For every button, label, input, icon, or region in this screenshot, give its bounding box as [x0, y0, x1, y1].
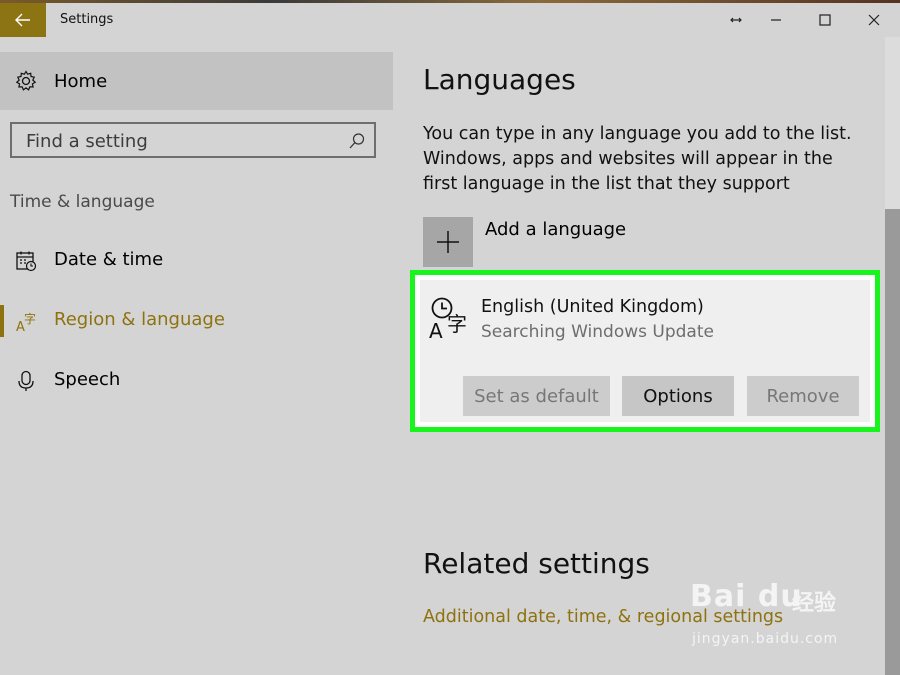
svg-text:字: 字 — [447, 312, 467, 336]
title-bar: Settings — [0, 3, 900, 37]
home-label: Home — [54, 71, 108, 92]
watermark-cn: 经验 — [792, 591, 837, 616]
selection-indicator — [0, 305, 4, 337]
sidebar-item-speech[interactable]: Speech — [0, 358, 393, 404]
maximize-button[interactable] — [801, 3, 849, 37]
sidebar-item-home[interactable]: Home — [0, 52, 393, 110]
watermark-brand: Bai du — [690, 579, 803, 614]
minimize-icon — [730, 17, 742, 23]
options-button[interactable]: Options — [622, 376, 734, 416]
search-icon[interactable] — [348, 132, 366, 150]
back-button[interactable] — [0, 3, 46, 37]
watermark: Bai du 经验 jingyan.baidu.com — [690, 575, 860, 655]
scrollbar[interactable] — [885, 37, 900, 675]
page-title: Languages — [423, 63, 576, 96]
app-title: Settings — [60, 12, 114, 27]
sidebar-item-label: Region & language — [54, 309, 225, 330]
search-input[interactable]: Find a setting — [10, 122, 376, 158]
sidebar: Home Find a setting Time & language Date… — [0, 37, 393, 675]
language-card-body: A 字 English (United Kingdom) Searching W… — [420, 280, 870, 422]
language-name: English (United Kingdom) — [481, 297, 704, 317]
intro-text: You can type in any language you add to … — [423, 124, 852, 194]
svg-text:字: 字 — [24, 311, 36, 326]
gear-icon — [15, 70, 37, 91]
language-status: Searching Windows Update — [481, 322, 714, 342]
sidebar-item-region-language[interactable]: A 字 Region & language — [0, 298, 393, 344]
sidebar-item-label: Date & time — [54, 249, 164, 270]
remove-button[interactable]: Remove — [747, 376, 859, 416]
restore-button[interactable] — [752, 3, 800, 37]
maximize-icon — [819, 14, 831, 26]
add-language-button[interactable] — [423, 217, 473, 267]
back-arrow-icon — [15, 13, 30, 27]
svg-text:A: A — [429, 319, 443, 340]
search-placeholder: Find a setting — [26, 131, 148, 152]
related-settings-title: Related settings — [423, 547, 650, 580]
microphone-icon — [18, 370, 34, 391]
sidebar-item-date-time[interactable]: Date & time — [0, 238, 393, 284]
language-pack-icon: A 字 — [429, 297, 467, 340]
section-header: Time & language — [10, 192, 155, 212]
minimize-line-icon — [771, 19, 781, 21]
language-card[interactable]: A 字 English (United Kingdom) Searching W… — [410, 270, 880, 432]
close-button[interactable] — [850, 3, 898, 37]
calendar-clock-icon — [16, 251, 37, 272]
close-icon — [868, 14, 880, 26]
add-language-label[interactable]: Add a language — [485, 219, 626, 240]
set-as-default-button[interactable]: Set as default — [463, 376, 610, 416]
language-icon: A 字 — [16, 311, 36, 332]
sidebar-item-label: Speech — [54, 369, 121, 390]
scrollbar-thumb[interactable] — [885, 209, 900, 675]
plus-icon — [437, 231, 459, 253]
watermark-url: jingyan.baidu.com — [692, 631, 839, 647]
